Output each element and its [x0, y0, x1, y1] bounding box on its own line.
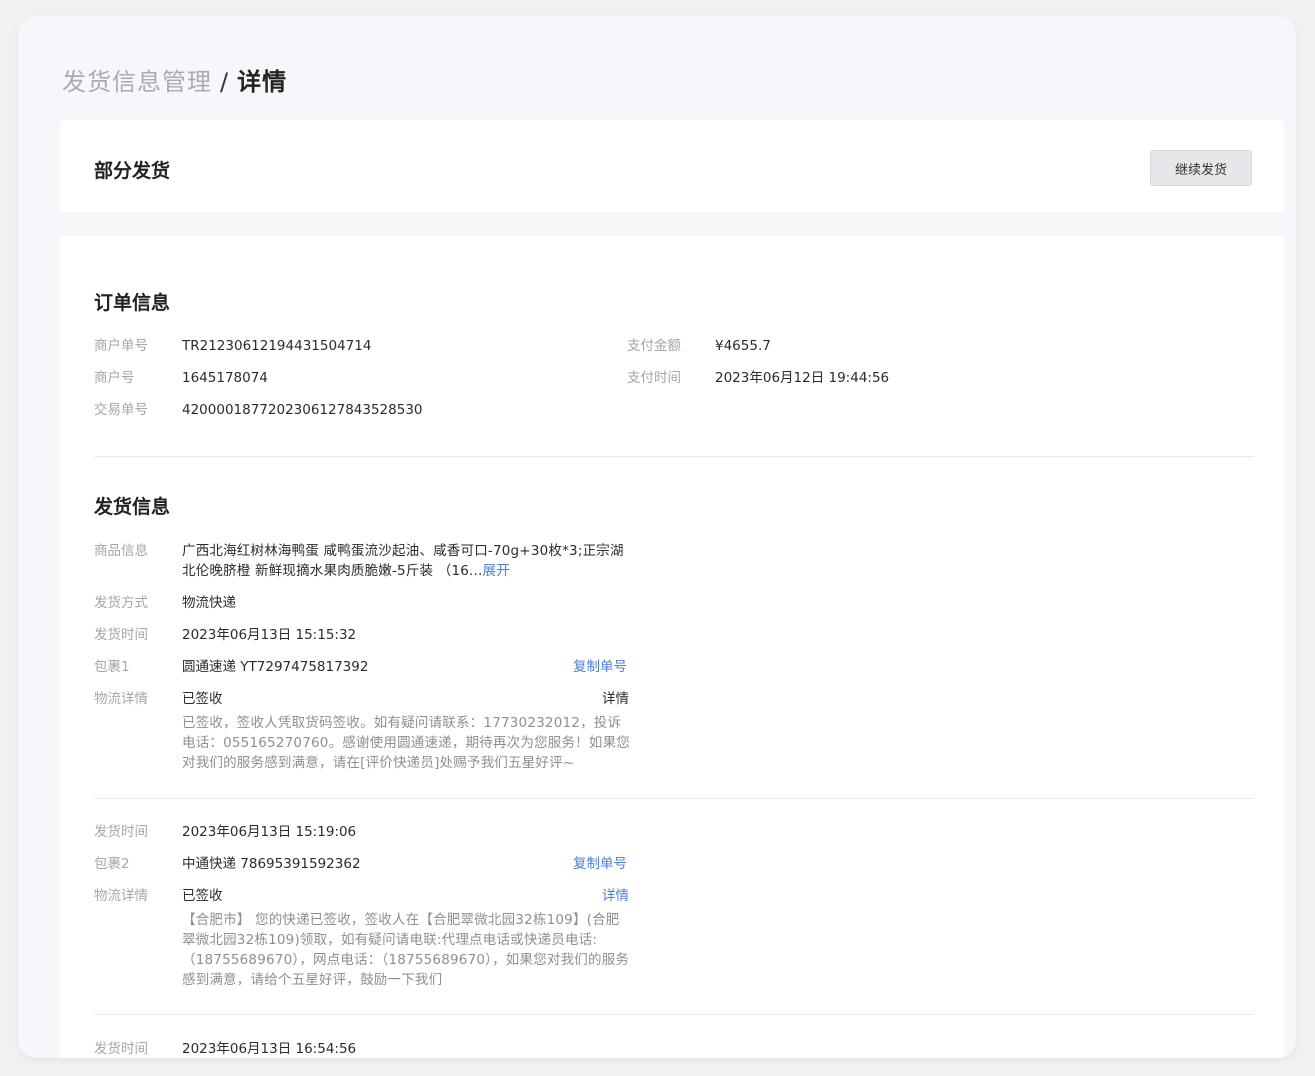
breadcrumb-separator: /	[220, 68, 230, 96]
pay-amount-value: ¥4655.7	[715, 338, 771, 354]
logistics-text: 已签收，签收人凭取货码签收。如有疑问请联系：17730232012，投诉电话：0…	[182, 715, 630, 771]
carrier-tracking-value: 中通快递 78695391592362	[182, 856, 361, 872]
order-info-title: 订单信息	[94, 292, 171, 314]
shipment-status-card: 部分发货 继续发货	[60, 120, 1284, 212]
breadcrumb-current: 详情	[237, 68, 288, 96]
ship-method-label: 发货方式	[94, 595, 148, 611]
goods-info-value: 广西北海红树林海鸭蛋 咸鸭蛋流沙起油、咸香可口-70g+30枚*3;正宗湖北伦晚…	[182, 541, 632, 581]
logistics-status: 已签收	[182, 888, 223, 904]
shipment-status-title: 部分发货	[94, 160, 171, 182]
ship-time-label: 发货时间	[94, 1041, 148, 1057]
breadcrumb-parent-link[interactable]: 发货信息管理	[62, 68, 212, 96]
section-divider	[94, 456, 1254, 457]
merchant-no-value: 1645178074	[182, 370, 268, 386]
transaction-no-label: 交易单号	[94, 402, 148, 418]
goods-expand-link[interactable]: 展开	[483, 563, 510, 579]
ship-time-value: 2023年06月13日 15:19:06	[182, 824, 357, 840]
logistics-label: 物流详情	[94, 888, 148, 904]
merchant-order-no-value: TR21230612194431504714	[182, 338, 372, 354]
ship-time-value: 2023年06月13日 16:54:56	[182, 1041, 357, 1057]
logistics-detail-link[interactable]: 详情	[602, 886, 629, 906]
pay-time-label: 支付时间	[627, 370, 681, 386]
goods-info-text: 广西北海红树林海鸭蛋 咸鸭蛋流沙起油、咸香可口-70g+30枚*3;正宗湖北伦晚…	[182, 543, 624, 579]
logistics-detail-link[interactable]: 详情	[602, 689, 629, 709]
pay-amount-label: 支付金额	[627, 338, 681, 354]
copy-tracking-link[interactable]: 复制单号	[573, 657, 627, 677]
package-label: 包裹2	[94, 856, 130, 872]
shipping-info-title: 发货信息	[94, 496, 171, 518]
breadcrumb: 发货信息管理 / 详情	[62, 62, 287, 97]
package-divider	[94, 1014, 1254, 1015]
logistics-label: 物流详情	[94, 691, 148, 707]
merchant-order-no-label: 商户单号	[94, 338, 148, 354]
detail-card: 订单信息 商户单号 TR21230612194431504714 商户号 164…	[60, 236, 1284, 1058]
copy-tracking-link[interactable]: 复制单号	[573, 854, 627, 874]
package-label: 包裹1	[94, 659, 130, 675]
package-divider	[94, 798, 1254, 799]
ship-method-value: 物流快递	[182, 595, 236, 611]
pay-time-value: 2023年06月12日 19:44:56	[715, 370, 890, 386]
logistics-status: 已签收	[182, 691, 223, 707]
logistics-text: 【合肥市】 您的快递已签收，签收人在【合肥翠微北园32栋109】(合肥翠微北园3…	[182, 912, 630, 988]
merchant-no-label: 商户号	[94, 370, 135, 386]
ship-time-label: 发货时间	[94, 824, 148, 840]
goods-info-label: 商品信息	[94, 543, 148, 559]
transaction-no-value: 4200001877202306127843528530	[182, 402, 423, 418]
carrier-tracking-value: 圆通速递 YT7297475817392	[182, 659, 369, 675]
ship-time-label: 发货时间	[94, 627, 148, 643]
ship-time-value: 2023年06月13日 15:15:32	[182, 627, 357, 643]
app-window: 发货信息管理 / 详情 部分发货 继续发货 订单信息 商户单号 TR21230612…	[18, 16, 1296, 1058]
continue-shipping-button[interactable]: 继续发货	[1150, 150, 1252, 186]
